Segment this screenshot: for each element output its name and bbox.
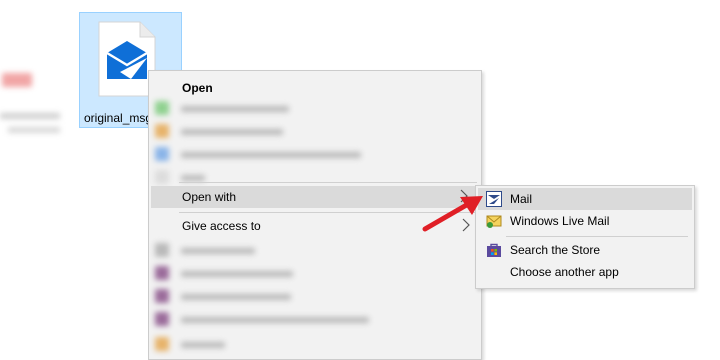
submenu-item-search-store[interactable]: Search the Store [478, 239, 692, 261]
store-icon [487, 243, 501, 257]
menu-separator [506, 236, 688, 237]
menu-item-label: Give access to [182, 219, 261, 233]
menu-item-label: Open [182, 81, 213, 95]
submenu-item-windows-live-mail[interactable]: Windows Live Mail [478, 210, 692, 232]
background-area [0, 238, 148, 360]
submenu-item-label: Search the Store [510, 243, 601, 257]
submenu-item-label: Windows Live Mail [510, 214, 610, 228]
submenu-item-label: Choose another app [510, 265, 619, 279]
blurred-badge [2, 73, 32, 87]
blurred-text-line [8, 127, 60, 133]
submenu-item-label: Mail [510, 192, 533, 206]
open-with-submenu: Mail Windows Live Mail Search the Store … [475, 185, 695, 289]
blurred-background [0, 55, 75, 150]
menu-item-open[interactable]: Open [149, 77, 481, 99]
submenu-item-choose-another-app[interactable]: Choose another app [478, 261, 692, 283]
red-arrow-icon [422, 196, 483, 232]
submenu-item-mail[interactable]: Mail [478, 188, 692, 210]
menu-item-label: Open with [182, 190, 237, 204]
menu-separator [179, 182, 477, 183]
blurred-text-line [0, 113, 60, 119]
